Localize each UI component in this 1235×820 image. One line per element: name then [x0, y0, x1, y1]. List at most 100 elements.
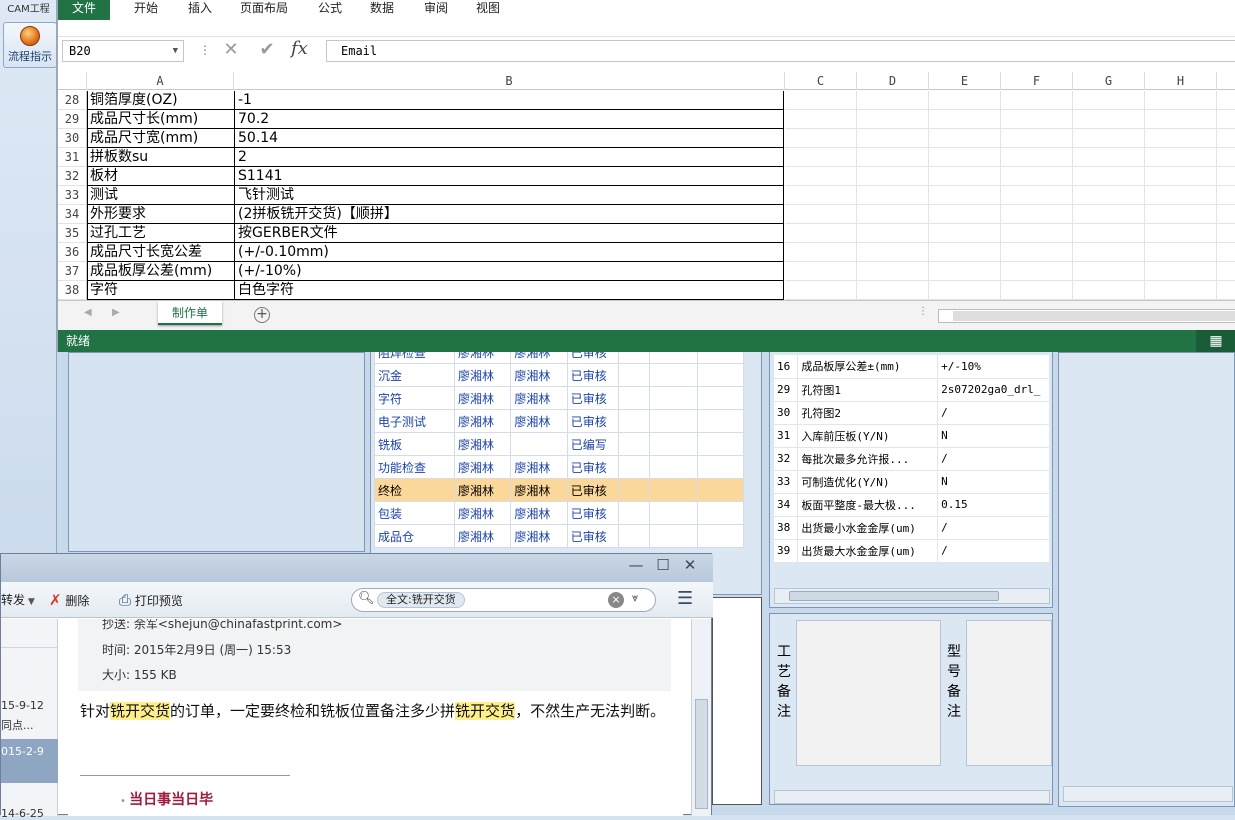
splitter-icon[interactable]: ⋮ — [918, 306, 928, 317]
process-row[interactable]: 电子测试 廖湘林 廖湘林 已审核 — [374, 409, 745, 433]
sheet-tab-active[interactable]: 制作单 — [158, 301, 222, 325]
close-icon[interactable]: ✕ — [679, 556, 701, 574]
scrollbar-thumb[interactable] — [695, 699, 708, 809]
empty-cell[interactable] — [785, 243, 857, 262]
prev-sheet-icon[interactable]: ◀ — [84, 307, 92, 318]
cell-b[interactable]: S1141 — [234, 167, 784, 186]
empty-cell[interactable] — [857, 167, 929, 186]
empty-cell[interactable] — [929, 262, 1001, 281]
clear-search-icon[interactable]: × — [608, 592, 624, 608]
column-header-e[interactable]: E — [929, 72, 1001, 90]
parameter-row[interactable]: 32 每批次最多允许报... / — [774, 447, 1050, 471]
empty-cell[interactable] — [1001, 262, 1073, 281]
empty-cell[interactable] — [1145, 186, 1217, 205]
row-header[interactable]: 32 — [58, 167, 87, 186]
row-header[interactable]: 33 — [58, 186, 87, 205]
empty-cell[interactable] — [1001, 148, 1073, 167]
cell-b[interactable]: 70.2 — [234, 110, 784, 129]
empty-cell[interactable] — [1217, 110, 1235, 129]
empty-cell[interactable] — [857, 186, 929, 205]
cell-a[interactable]: 成品尺寸宽(mm) — [87, 129, 235, 148]
cell-a[interactable]: 成品尺寸长宽公差 — [87, 243, 235, 262]
empty-cell[interactable] — [857, 91, 929, 110]
empty-cell[interactable] — [857, 110, 929, 129]
cell-b[interactable]: (+/-10%) — [234, 262, 784, 281]
empty-cell[interactable] — [929, 243, 1001, 262]
tab-file[interactable]: 文件 — [58, 0, 111, 20]
select-all-corner[interactable] — [58, 72, 87, 90]
mail-vertical-scrollbar[interactable] — [691, 619, 711, 816]
cell-a[interactable]: 铜箔厚度(OZ) — [87, 91, 235, 110]
scrollbar-thumb[interactable] — [953, 311, 1235, 321]
empty-cell[interactable] — [1073, 91, 1145, 110]
empty-cell[interactable] — [1145, 205, 1217, 224]
empty-cell[interactable] — [1001, 281, 1073, 300]
empty-cell[interactable] — [1001, 129, 1073, 148]
empty-cell[interactable] — [929, 91, 1001, 110]
mail-list-date[interactable]: 14-6-25 — [1, 807, 44, 820]
empty-cell[interactable] — [857, 224, 929, 243]
column-header-f[interactable]: F — [1001, 72, 1073, 90]
empty-cell[interactable] — [1001, 205, 1073, 224]
right-panel-scrollbar[interactable] — [1063, 786, 1233, 802]
cell-b[interactable]: -1 — [234, 91, 784, 110]
enter-icon[interactable]: ✔ — [256, 39, 278, 60]
empty-cell[interactable] — [1073, 110, 1145, 129]
cell-a[interactable]: 成品板厚公差(mm) — [87, 262, 235, 281]
process-row[interactable]: 字符 廖湘林 廖湘林 已审核 — [374, 386, 745, 410]
empty-cell[interactable] — [785, 281, 857, 300]
parameter-row[interactable]: 34 板面平整度-最大极... 0.15 — [774, 493, 1050, 517]
row-header[interactable]: 35 — [58, 224, 87, 243]
next-sheet-icon[interactable]: ▶ — [112, 307, 120, 318]
column-header-g[interactable]: G — [1073, 72, 1145, 90]
empty-cell[interactable] — [1073, 224, 1145, 243]
empty-cell[interactable] — [1145, 281, 1217, 300]
parameter-row[interactable]: 16 成品板厚公差±(mm) +/-10% — [774, 355, 1050, 379]
empty-cell[interactable] — [1217, 186, 1235, 205]
list-view-icon[interactable]: ☰ — [677, 588, 693, 609]
name-box[interactable]: B20 ▼ — [62, 40, 184, 62]
empty-cell[interactable] — [785, 167, 857, 186]
empty-cell[interactable] — [785, 205, 857, 224]
empty-cell[interactable] — [1217, 205, 1235, 224]
empty-cell[interactable] — [785, 91, 857, 110]
craft-remark-textbox[interactable] — [796, 620, 941, 766]
empty-cell[interactable] — [785, 110, 857, 129]
search-input[interactable]: 🔍︎ 全文:铣开交货 × ⩔ — [351, 588, 656, 612]
empty-cell[interactable] — [857, 129, 929, 148]
cell-a[interactable]: 字符 — [87, 281, 235, 300]
empty-cell[interactable] — [785, 186, 857, 205]
cell-a[interactable]: 板材 — [87, 167, 235, 186]
row-header[interactable]: 29 — [58, 110, 87, 129]
parameter-row[interactable]: 39 出货最大水金金厚(um) / — [774, 539, 1050, 563]
empty-cell[interactable] — [1217, 262, 1235, 281]
empty-cell[interactable] — [929, 224, 1001, 243]
cell-a[interactable]: 拼板数su — [87, 148, 235, 167]
empty-cell[interactable] — [1145, 243, 1217, 262]
process-row[interactable]: 成品仓 廖湘林 廖湘林 已审核 — [374, 524, 745, 548]
parameter-horizontal-scrollbar[interactable] — [774, 588, 1050, 604]
tab-data[interactable]: 数据 — [370, 0, 394, 20]
empty-cell[interactable] — [929, 148, 1001, 167]
maximize-icon[interactable]: ☐ — [652, 556, 674, 574]
empty-cell[interactable] — [1073, 148, 1145, 167]
cell-a[interactable]: 过孔工艺 — [87, 224, 235, 243]
process-row[interactable]: 功能检查 廖湘林 廖湘林 已审核 — [374, 455, 745, 479]
empty-cell[interactable] — [1217, 281, 1235, 300]
empty-cell[interactable] — [929, 129, 1001, 148]
column-header-a[interactable]: A — [87, 72, 234, 90]
cell-a[interactable]: 成品尺寸长(mm) — [87, 110, 235, 129]
empty-cell[interactable] — [1217, 129, 1235, 148]
print-preview-button[interactable]: ⎙ 打印预览 — [119, 591, 183, 609]
cancel-icon[interactable]: ✕ — [220, 39, 242, 60]
cell-a[interactable]: 外形要求 — [87, 205, 235, 224]
empty-cell[interactable] — [1073, 205, 1145, 224]
tab-page-layout[interactable]: 页面布局 — [240, 0, 288, 20]
row-header[interactable]: 34 — [58, 205, 87, 224]
minimize-icon[interactable]: — — [625, 556, 647, 574]
empty-cell[interactable] — [1145, 91, 1217, 110]
row-header[interactable]: 31 — [58, 148, 87, 167]
empty-cell[interactable] — [1073, 129, 1145, 148]
empty-cell[interactable] — [785, 262, 857, 281]
empty-cell[interactable] — [1001, 224, 1073, 243]
